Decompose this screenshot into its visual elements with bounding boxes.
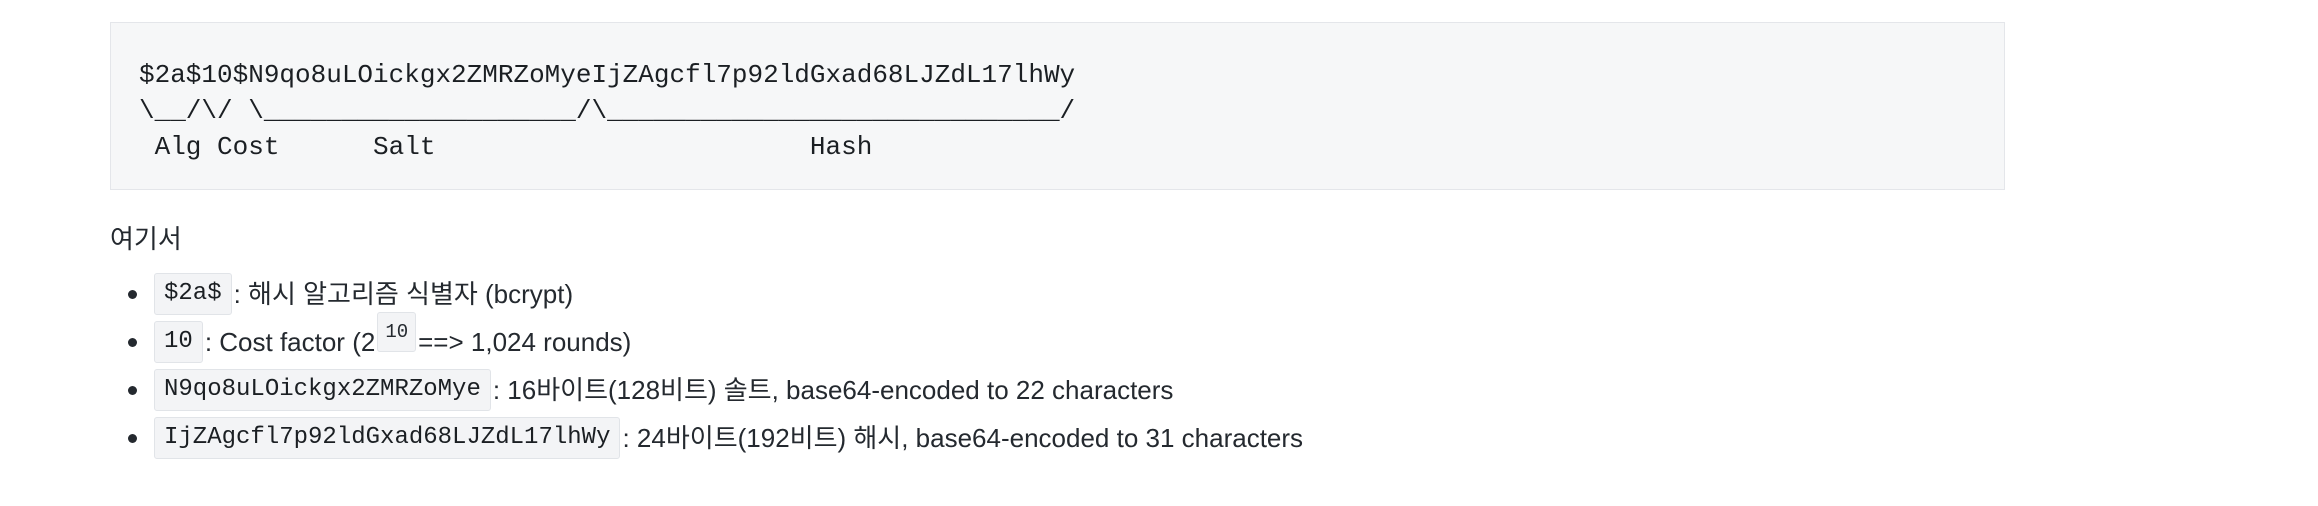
code-line-segment-labels: Alg Cost Salt Hash — [139, 132, 873, 162]
description-algorithm: : 해시 알고리즘 식별자 (bcrypt) — [233, 279, 574, 309]
bullet-icon — [128, 386, 137, 395]
exponent-code: 10 — [377, 312, 417, 352]
document-content: $2a$10$N9qo8uLOickgx2ZMRZoMyeIjZAgcfl7p9… — [110, 22, 2010, 462]
bcrypt-structure-code-block: $2a$10$N9qo8uLOickgx2ZMRZoMyeIjZAgcfl7p9… — [110, 22, 2005, 190]
inline-code-cost: 10 — [154, 321, 203, 363]
description-hash: : 24바이트(192비트) 해시, base64-encoded to 31 … — [622, 423, 1304, 453]
description-salt: : 16바이트(128비트) 솔트, base64-encoded to 22 … — [492, 375, 1174, 405]
inline-code-hash: IjZAgcfl7p92ldGxad68LJZdL17lhWy — [154, 417, 621, 459]
list-item-algorithm: $2a$ : 해시 알고리즘 식별자 (bcrypt) — [128, 270, 2010, 318]
bullet-icon — [128, 434, 137, 443]
list-item-salt: N9qo8uLOickgx2ZMRZoMye : 16바이트(128비트) 솔트… — [128, 366, 2010, 414]
bullet-icon — [128, 338, 137, 347]
description-cost-prefix: : Cost factor (2 — [204, 327, 376, 357]
intro-paragraph: 여기서 — [110, 224, 182, 254]
bullet-icon — [128, 290, 137, 299]
code-line-segment-markers: \__/\/ \____________________/\__________… — [139, 96, 1076, 126]
inline-code-algorithm: $2a$ — [154, 273, 232, 315]
inline-code-salt: N9qo8uLOickgx2ZMRZoMye — [154, 369, 491, 411]
list-item-hash: IjZAgcfl7p92ldGxad68LJZdL17lhWy : 24바이트(… — [128, 414, 2010, 462]
code-line-hash-string: $2a$10$N9qo8uLOickgx2ZMRZoMyeIjZAgcfl7p9… — [139, 60, 1076, 90]
description-cost-suffix: ==> 1,024 rounds) — [418, 327, 632, 357]
list-item-cost: 10 : Cost factor (2 10 ==> 1,024 rounds) — [128, 312, 2010, 366]
definition-list: $2a$ : 해시 알고리즘 식별자 (bcrypt) 10 : Cost fa… — [110, 270, 2010, 462]
